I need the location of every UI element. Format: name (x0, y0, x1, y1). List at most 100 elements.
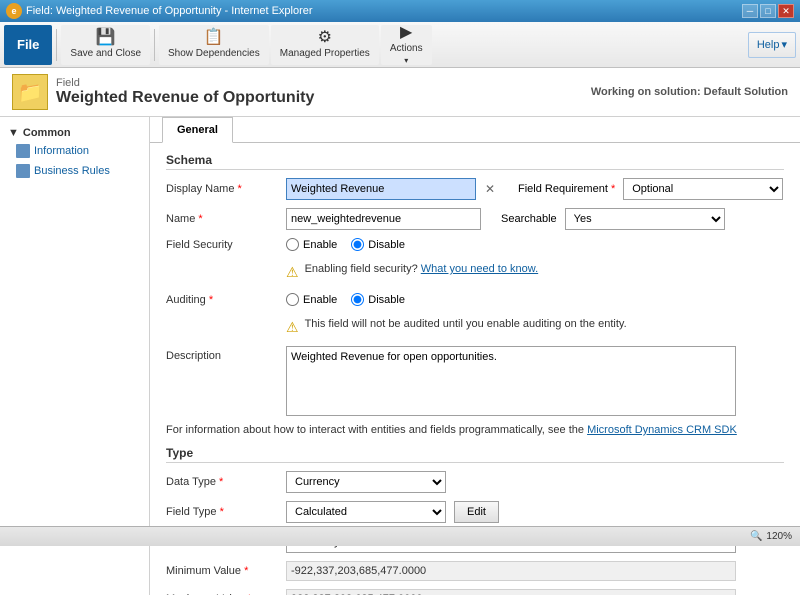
minimum-value-row: Minimum Value * -922,337,203,685,477.000… (166, 561, 784, 581)
help-button[interactable]: Help ▾ (748, 32, 796, 58)
name-row: Name * Searchable Yes (166, 208, 784, 230)
information-icon (16, 144, 30, 158)
sidebar-information-label: Information (34, 145, 89, 157)
save-icon: 💾 (96, 30, 116, 46)
sidebar-item-information[interactable]: Information (0, 141, 149, 161)
actions-label: Actions (390, 43, 423, 54)
entity-header: 📁 Field Weighted Revenue of Opportunity … (0, 68, 800, 117)
field-requirement-select[interactable]: Optional (623, 178, 783, 200)
searchable-select[interactable]: Yes (565, 208, 725, 230)
field-security-radio-group: Enable Disable (286, 238, 405, 251)
status-bar: 🔍 120% (0, 526, 800, 546)
field-security-label: Field Security (166, 239, 286, 251)
data-type-row: Data Type * Currency (166, 471, 784, 493)
close-button[interactable]: ✕ (778, 4, 794, 18)
tab-bar: General (150, 117, 800, 143)
toolbar: File 💾 Save and Close 📋 Show Dependencie… (0, 22, 800, 68)
maximum-value-display: 922,337,203,685,477.0000 (286, 589, 736, 595)
help-label: Help (757, 39, 780, 51)
field-security-disable-radio[interactable] (351, 238, 364, 251)
field-security-row: Field Security Enable Disable (166, 238, 784, 251)
name-label: Name * (166, 213, 286, 225)
auditing-enable-radio[interactable] (286, 293, 299, 306)
sidebar: ▼ Common Information Business Rules (0, 117, 150, 595)
dependencies-icon: 📋 (204, 30, 224, 46)
auditing-row: Auditing * Enable Disable (166, 293, 784, 306)
searchable-group: Searchable Yes (501, 208, 725, 230)
auditing-disable-label[interactable]: Disable (351, 293, 405, 306)
window-controls[interactable]: ─ □ ✕ (742, 4, 794, 18)
clear-display-name-button[interactable]: ✕ (482, 181, 498, 197)
toolbar-sep-1 (56, 29, 57, 61)
business-rules-icon (16, 164, 30, 178)
managed-properties-label: Managed Properties (280, 48, 370, 59)
display-name-row: Display Name * ✕ Field Requirement * Opt… (166, 178, 784, 200)
field-type-row: Field Type * Calculated Edit (166, 501, 784, 523)
field-type-label: Field Type * (166, 506, 286, 518)
title-bar: e Field: Weighted Revenue of Opportunity… (0, 0, 800, 22)
field-requirement-group: Field Requirement * Optional (518, 178, 783, 200)
sidebar-common-header: ▼ Common (0, 121, 149, 141)
field-type-select[interactable]: Calculated (286, 501, 446, 523)
required-star-name: * (198, 213, 202, 225)
sdk-note-row: For information about how to interact wi… (166, 424, 784, 436)
sidebar-business-rules-label: Business Rules (34, 165, 110, 177)
field-security-disable-label[interactable]: Disable (351, 238, 405, 251)
help-arrow-icon: ▾ (781, 38, 787, 51)
auditing-warning-text: This field will not be audited until you… (305, 318, 627, 330)
show-dependencies-button[interactable]: 📋 Show Dependencies (159, 25, 269, 65)
save-close-button[interactable]: 💾 Save and Close (61, 25, 150, 65)
minimum-value-display: -922,337,203,685,477.0000 (286, 561, 736, 581)
auditing-label: Auditing * (166, 294, 286, 306)
maximum-value-row: Maximum Value * 922,337,203,685,477.0000 (166, 589, 784, 595)
minimum-value-label: Minimum Value * (166, 565, 286, 577)
tab-general[interactable]: General (162, 117, 233, 143)
working-on: Working on solution: Default Solution (591, 86, 788, 98)
sidebar-item-business-rules[interactable]: Business Rules (0, 161, 149, 181)
auditing-warning-row: ⚠ This field will not be audited until y… (286, 314, 784, 340)
description-textarea[interactable]: Weighted Revenue for open opportunities. (286, 346, 736, 416)
show-dependencies-label: Show Dependencies (168, 48, 260, 59)
sdk-link[interactable]: Microsoft Dynamics CRM SDK (587, 424, 737, 436)
zoom-level: 120% (766, 531, 792, 542)
sidebar-arrow-icon: ▼ (8, 127, 19, 139)
field-requirement-label: Field Requirement * (518, 183, 615, 195)
window-title: Field: Weighted Revenue of Opportunity -… (26, 5, 313, 17)
properties-icon: ⚙ (318, 30, 332, 46)
what-you-need-link[interactable]: What you need to know. (421, 263, 538, 275)
toolbar-sep-2 (154, 29, 155, 61)
main-container: ▼ Common Information Business Rules Gene… (0, 117, 800, 595)
data-type-select[interactable]: Currency (286, 471, 446, 493)
restore-button[interactable]: □ (760, 4, 776, 18)
actions-button[interactable]: ▶ Actions ▾ (381, 25, 432, 65)
minimize-button[interactable]: ─ (742, 4, 758, 18)
name-input[interactable] (286, 208, 481, 230)
field-security-warning-row: ⚠ Enabling field security? What you need… (286, 259, 784, 285)
file-button[interactable]: File (4, 25, 52, 65)
display-name-field-group: ✕ (286, 178, 498, 200)
entity-name: Weighted Revenue of Opportunity (56, 89, 314, 107)
title-bar-left: e Field: Weighted Revenue of Opportunity… (6, 3, 313, 19)
managed-properties-button[interactable]: ⚙ Managed Properties (271, 25, 379, 65)
actions-icon: ▶ (400, 25, 412, 41)
entity-type: Field (56, 77, 314, 89)
entity-title-group: 📁 Field Weighted Revenue of Opportunity (12, 74, 314, 110)
display-name-input[interactable] (286, 178, 476, 200)
auditing-enable-label[interactable]: Enable (286, 293, 337, 306)
auditing-disable-radio[interactable] (351, 293, 364, 306)
field-security-warning-text: Enabling field security? What you need t… (305, 263, 539, 275)
field-security-enable-radio[interactable] (286, 238, 299, 251)
entity-icon: 📁 (12, 74, 48, 110)
auditing-radio-group: Enable Disable (286, 293, 405, 306)
sidebar-common-label: Common (23, 127, 71, 139)
required-star-audit: * (209, 294, 213, 306)
actions-arrow-icon: ▾ (404, 56, 408, 65)
warning-icon-1: ⚠ (286, 264, 299, 281)
data-type-label: Data Type * (166, 476, 286, 488)
warning-icon-2: ⚠ (286, 319, 299, 336)
field-security-enable-label[interactable]: Enable (286, 238, 337, 251)
ie-icon: e (6, 3, 22, 19)
searchable-label: Searchable (501, 213, 557, 225)
description-label: Description (166, 346, 286, 362)
edit-button[interactable]: Edit (454, 501, 499, 523)
